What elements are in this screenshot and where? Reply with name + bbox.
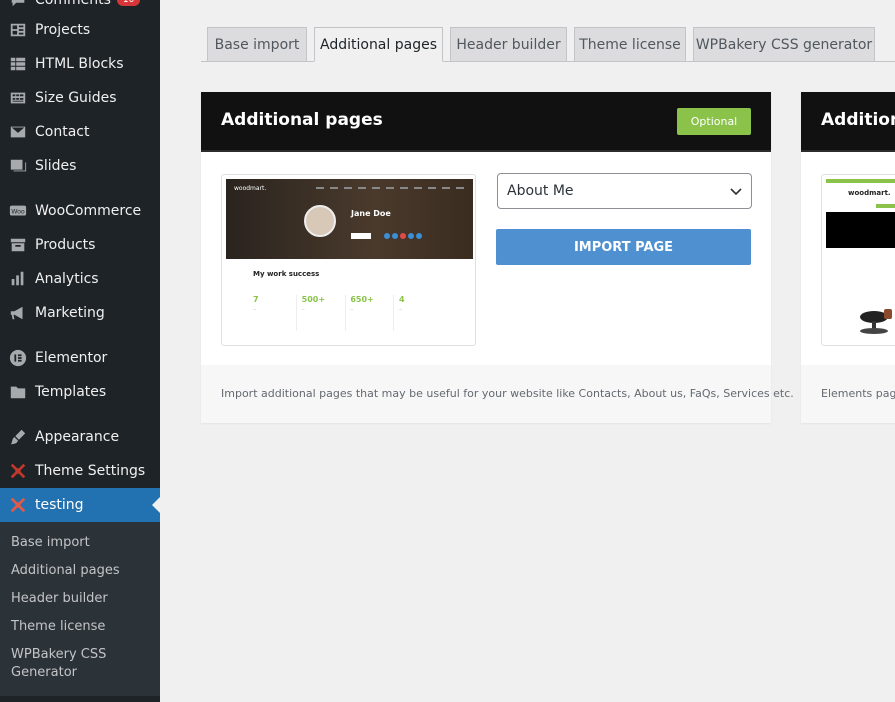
card-header: Additional [801,92,895,152]
tab-header-builder[interactable]: Header builder [450,27,567,62]
megaphone-icon [8,303,28,323]
menu-label: Elementor [35,350,108,366]
menu-woocommerce[interactable]: Woo WooCommerce [0,194,160,228]
theme-settings-icon [8,461,28,481]
card-description: Import additional pages that may be usef… [221,387,794,400]
preview-stat: 4— [398,295,405,311]
menu-html-blocks[interactable]: HTML Blocks [0,47,160,81]
menu-label: Appearance [35,429,120,445]
page-select-value: About Me [507,183,574,199]
woo-icon: Woo [8,201,28,221]
menu-analytics[interactable]: Analytics [0,262,160,296]
preview-hero: woodmart. Jane Doe [226,179,473,259]
paintbrush-icon [8,427,28,447]
grid-icon [8,54,28,74]
preview-nav-strip [876,204,895,208]
comment-count-badge: 10 [116,0,141,6]
submenu-wpbakery-css[interactable]: WPBakery CSS [11,646,106,664]
menu-label: Comments [35,0,111,8]
menu-projects[interactable]: Projects [0,13,160,47]
table-icon [8,88,28,108]
optional-badge: Optional [677,108,751,135]
menu-label: Contact [35,124,90,140]
menu-elementor[interactable]: Elementor [0,341,160,375]
card-footer: Elements pages [801,365,895,423]
preview-nav [316,187,466,189]
menu-label: Theme Settings [35,463,146,479]
preview-social-icons [384,233,422,239]
elementor-icon [8,348,28,368]
tab-theme-license[interactable]: Theme license [574,27,686,62]
avatar [304,205,336,237]
tab-additional-pages[interactable]: Additional pages [314,27,443,62]
menu-templates[interactable]: Templates [0,375,160,409]
menu-products[interactable]: Products [0,228,160,262]
mail-icon [8,122,28,142]
admin-sidebar: Comments 10 Projects HTML Blocks Size Gu… [0,0,160,702]
preview-logo: woodmart. [234,185,267,192]
menu-testing[interactable]: testing [0,488,160,522]
preview-stat: 7— [253,295,297,331]
preview-top-bar [826,179,895,183]
menu-marketing[interactable]: Marketing [0,296,160,330]
preview-hero [826,212,895,248]
menu-label: Marketing [35,305,105,321]
tab-base-import[interactable]: Base import [207,27,307,62]
card-title: Additional pages [221,110,383,130]
menu-label: WooCommerce [35,203,142,219]
tab-wpbakery-css-generator[interactable]: WPBakery CSS generator [693,27,875,62]
menu-label: Projects [35,22,91,38]
chair-image [860,309,892,334]
preview-name: Jane Doe [351,209,391,218]
menu-label: Analytics [35,271,99,287]
submenu-generator[interactable]: Generator [11,664,77,682]
menu-appearance[interactable]: Appearance [0,420,160,454]
page-preview-image: woodmart. Jane Doe My work success 7— 50… [221,174,476,346]
menu-label: Products [35,237,96,253]
card-description: Elements pages [821,387,895,400]
import-page-button[interactable]: IMPORT PAGE [496,229,751,265]
submenu-base-import[interactable]: Base import [11,534,90,552]
card-header: Additional pages Optional [201,92,771,152]
submenu-theme-license[interactable]: Theme license [11,618,105,636]
theme-settings-icon [8,495,28,515]
preview-button [351,233,371,239]
card-title: Additional [821,110,895,130]
page-select[interactable]: About Me [497,173,752,209]
menu-label: testing [35,497,84,513]
svg-text:Woo: Woo [11,208,25,215]
preview-logo: woodmart. [848,189,891,197]
chevron-down-icon [730,188,742,196]
preview-stat: 650+ — [350,295,395,331]
menu-size-guides[interactable]: Size Guides [0,81,160,115]
preview-stat: 500+ — [302,295,346,331]
submenu: Base import Additional pages Header buil… [0,522,160,696]
menu-slides[interactable]: Slides [0,149,160,183]
archive-icon [8,235,28,255]
menu-label: HTML Blocks [35,56,124,72]
preview-stats: 7— 500+ — 650+ — 4— [253,295,443,331]
submenu-additional-pages[interactable]: Additional pages [11,562,120,580]
folder-icon [8,382,28,402]
preview-heading: My work success [253,270,320,278]
portfolio-icon [8,20,28,40]
menu-theme-settings[interactable]: Theme Settings [0,454,160,488]
comment-icon [8,0,28,10]
additional-pages-card: Additional pages Optional woodmart. Jane… [201,92,794,423]
bar-chart-icon [8,269,28,289]
submenu-header-builder[interactable]: Header builder [11,590,108,608]
menu-label: Slides [35,158,77,174]
page-preview-image: woodmart. [821,174,895,346]
menu-contact[interactable]: Contact [0,115,160,149]
menu-label: Templates [35,384,107,400]
menu-label: Size Guides [35,90,117,106]
card-footer: Import additional pages that may be usef… [201,365,794,423]
slides-icon [8,156,28,176]
elements-pages-card: Additional woodmart. Elements pages [801,92,895,423]
